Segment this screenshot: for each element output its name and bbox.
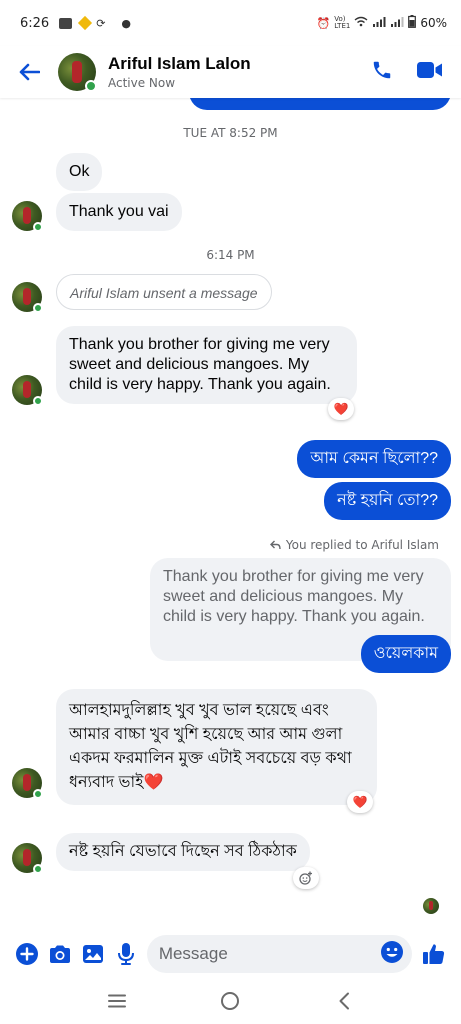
message-input[interactable] — [158, 944, 380, 964]
system-back-button[interactable] — [324, 981, 364, 1021]
battery-icon — [408, 15, 417, 31]
microphone-icon — [118, 943, 135, 965]
contact-name: Ariful Islam Lalon — [108, 54, 251, 73]
online-indicator — [85, 80, 97, 92]
signal-icon — [372, 16, 386, 30]
chat-header: Ariful Islam Lalon Active Now — [0, 46, 461, 98]
time-separator: TUE AT 8:52 PM — [183, 126, 278, 140]
sender-avatar — [12, 282, 43, 313]
thumbs-up-icon — [423, 944, 445, 964]
camera-button[interactable] — [43, 933, 76, 975]
online-indicator — [33, 303, 43, 313]
message-composer — [0, 930, 461, 978]
alarm-icon: ⏰ — [316, 16, 331, 30]
sender-avatar — [12, 843, 43, 874]
home-button[interactable] — [210, 981, 250, 1021]
binance-icon — [78, 15, 93, 31]
gallery-button[interactable] — [76, 933, 109, 975]
more-actions-button[interactable] — [10, 933, 43, 975]
battery-percent: 60% — [420, 16, 447, 30]
message-list[interactable]: TUE AT 8:52 PM Ok Thank you vai 6:14 PM … — [0, 98, 461, 930]
time-separator: 6:14 PM — [206, 248, 255, 262]
sender-avatar — [12, 768, 43, 799]
sync-icon: ⟳ — [96, 16, 106, 30]
received-message[interactable]: Ok — [56, 153, 103, 191]
video-camera-icon — [417, 62, 442, 78]
emoji-button[interactable] — [380, 940, 404, 968]
chevron-left-icon — [339, 992, 350, 1010]
menu-lines-icon — [107, 994, 126, 1008]
contact-info[interactable]: Ariful Islam Lalon Active Now — [108, 54, 251, 90]
sent-message[interactable]: নষ্ট হয়নি তো?? — [324, 482, 451, 520]
status-time: 6:26 — [20, 15, 50, 31]
received-message[interactable]: আলহামদুলিল্লাহ খুব খুব ভাল হয়েছে এবং আম… — [56, 689, 377, 805]
online-indicator — [33, 222, 43, 232]
back-button[interactable] — [0, 46, 58, 98]
camera-icon — [49, 945, 70, 963]
seen-indicator-avatar — [423, 898, 439, 914]
system-navigation-bar — [0, 978, 461, 1024]
video-call-button[interactable] — [417, 61, 443, 83]
heart-reaction-icon[interactable]: ❤️ — [328, 398, 354, 420]
sender-avatar — [12, 201, 43, 232]
wifi-icon — [354, 16, 368, 30]
notification-icon — [59, 17, 73, 29]
online-indicator — [33, 789, 43, 799]
unsent-message-notice: Ariful Islam unsent a message — [56, 274, 272, 310]
like-button[interactable] — [418, 933, 451, 975]
sent-message[interactable]: ওয়েলকাম — [360, 635, 451, 673]
online-indicator — [33, 864, 43, 874]
online-indicator — [33, 396, 43, 406]
received-message[interactable]: নষ্ট হয়নি যেভাবে দিছেন সব ঠিকঠাক — [56, 833, 310, 871]
arrow-left-icon — [19, 63, 40, 81]
replied-to-label: You replied to Ariful Islam — [285, 538, 439, 552]
replied-to-note: You replied to Ariful Islam — [269, 538, 439, 552]
smiley-plus-icon — [299, 871, 312, 885]
recent-apps-button[interactable] — [97, 981, 137, 1021]
sent-message[interactable]: আম কেমন ছিলো?? — [297, 440, 451, 478]
avatar — [423, 898, 439, 914]
received-message[interactable]: Thank you vai — [56, 193, 182, 231]
status-bar: 6:26 ⟳ ● ⏰ Vo) LTE1 60% — [0, 0, 461, 46]
dot-icon: ● — [121, 16, 132, 30]
home-circle-icon — [221, 992, 240, 1010]
image-icon — [83, 945, 103, 963]
message-input-field[interactable] — [146, 935, 412, 973]
phone-call-button[interactable] — [371, 59, 393, 85]
sender-avatar — [12, 375, 43, 406]
contact-status: Active Now — [108, 76, 176, 90]
sent-message-bubble-partial[interactable] — [189, 98, 451, 110]
signal-icon — [390, 16, 404, 30]
smiley-icon — [380, 941, 403, 963]
plus-icon — [15, 943, 38, 965]
contact-avatar[interactable] — [58, 53, 97, 92]
reply-arrow-icon — [269, 540, 281, 550]
add-reaction-button[interactable] — [293, 867, 319, 889]
phone-icon — [373, 61, 391, 79]
voice-message-button[interactable] — [110, 933, 143, 975]
received-message[interactable]: Thank you brother for giving me very swe… — [56, 326, 357, 404]
volte-icon: Vo) LTE1 — [334, 15, 351, 30]
heart-reaction-icon[interactable]: ❤️ — [347, 791, 373, 813]
